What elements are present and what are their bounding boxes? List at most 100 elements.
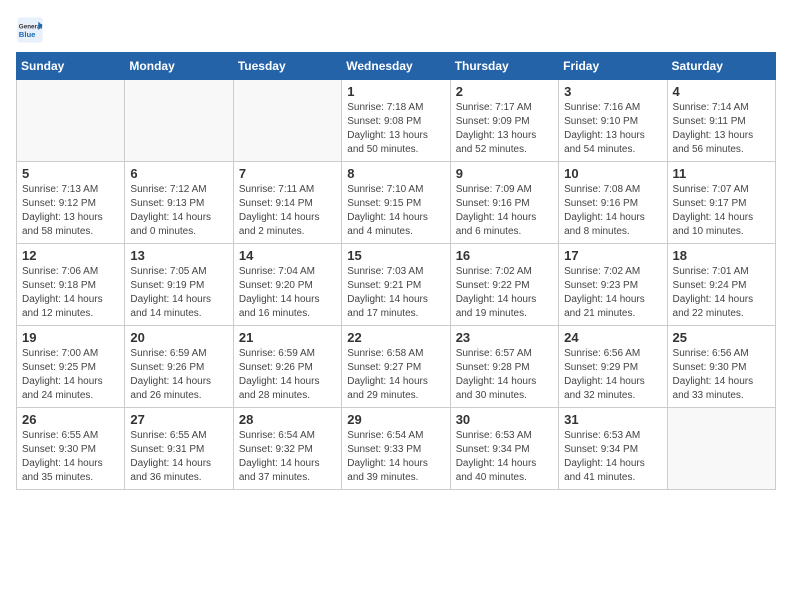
day-info: Sunrise: 7:10 AMSunset: 9:15 PMDaylight:… xyxy=(347,183,444,239)
day-number: 3 xyxy=(564,84,661,99)
day-number: 30 xyxy=(456,412,553,427)
calendar-cell: 25 Sunrise: 6:56 AMSunset: 9:30 PMDayligh… xyxy=(667,326,775,408)
calendar-cell: 5 Sunrise: 7:13 AMSunset: 9:12 PMDaylight… xyxy=(17,162,125,244)
day-number: 7 xyxy=(239,166,336,181)
calendar-cell: 15Sunrise: 7:03 AMSunset: 9:21 PMDayligh… xyxy=(342,244,450,326)
calendar-cell: 26 Sunrise: 6:55 AMSunset: 9:30 PMDayligh… xyxy=(17,408,125,490)
day-number: 26 xyxy=(22,412,119,427)
calendar-cell: 3 Sunrise: 7:16 AMSunset: 9:10 PMDaylight… xyxy=(559,80,667,162)
calendar-cell: 30 Sunrise: 6:53 AMSunset: 9:34 PMDayligh… xyxy=(450,408,558,490)
calendar-header-row: SundayMondayTuesdayWednesdayThursdayFrid… xyxy=(17,53,776,80)
day-number: 20 xyxy=(130,330,227,345)
day-info: Sunrise: 6:55 AMSunset: 9:30 PMDaylight:… xyxy=(22,429,119,485)
calendar-cell: 11 Sunrise: 7:07 AMSunset: 9:17 PMDayligh… xyxy=(667,162,775,244)
day-info: Sunrise: 7:18 AMSunset: 9:08 PMDaylight:… xyxy=(347,101,444,157)
day-number: 24 xyxy=(564,330,661,345)
day-info: Sunrise: 7:00 AMSunset: 9:25 PMDaylight:… xyxy=(22,347,119,403)
day-number: 6 xyxy=(130,166,227,181)
day-info: Sunrise: 7:08 AMSunset: 9:16 PMDaylight:… xyxy=(564,183,661,239)
day-number: 2 xyxy=(456,84,553,99)
calendar-cell: 13Sunrise: 7:05 AMSunset: 9:19 PMDayligh… xyxy=(125,244,233,326)
day-info: Sunrise: 6:56 AMSunset: 9:30 PMDaylight:… xyxy=(673,347,770,403)
day-number: 22 xyxy=(347,330,444,345)
calendar-cell: 14 Sunrise: 7:04 AMSunset: 9:20 PMDayligh… xyxy=(233,244,341,326)
day-number: 27 xyxy=(130,412,227,427)
day-info: Sunrise: 6:59 AMSunset: 9:26 PMDaylight:… xyxy=(130,347,227,403)
calendar-cell xyxy=(17,80,125,162)
calendar-cell: 2 Sunrise: 7:17 AMSunset: 9:09 PMDaylight… xyxy=(450,80,558,162)
logo-icon: General Blue xyxy=(16,16,44,44)
calendar-cell: 21 Sunrise: 6:59 AMSunset: 9:26 PMDayligh… xyxy=(233,326,341,408)
day-info: Sunrise: 7:17 AMSunset: 9:09 PMDaylight:… xyxy=(456,101,553,157)
day-info: Sunrise: 7:14 AMSunset: 9:11 PMDaylight:… xyxy=(673,101,770,157)
calendar-cell: 12 Sunrise: 7:06 AMSunset: 9:18 PMDayligh… xyxy=(17,244,125,326)
calendar-cell xyxy=(233,80,341,162)
day-number: 19 xyxy=(22,330,119,345)
calendar-cell: 8 Sunrise: 7:10 AMSunset: 9:15 PMDaylight… xyxy=(342,162,450,244)
day-info: Sunrise: 6:53 AMSunset: 9:34 PMDaylight:… xyxy=(564,429,661,485)
day-number: 23 xyxy=(456,330,553,345)
day-info: Sunrise: 7:02 AMSunset: 9:22 PMDaylight:… xyxy=(456,265,553,321)
calendar-cell: 7 Sunrise: 7:11 AMSunset: 9:14 PMDaylight… xyxy=(233,162,341,244)
day-info: Sunrise: 6:57 AMSunset: 9:28 PMDaylight:… xyxy=(456,347,553,403)
calendar-cell: 16 Sunrise: 7:02 AMSunset: 9:22 PMDayligh… xyxy=(450,244,558,326)
day-number: 28 xyxy=(239,412,336,427)
day-number: 14 xyxy=(239,248,336,263)
calendar-cell: 28 Sunrise: 6:54 AMSunset: 9:32 PMDayligh… xyxy=(233,408,341,490)
day-info: Sunrise: 7:16 AMSunset: 9:10 PMDaylight:… xyxy=(564,101,661,157)
day-header-monday: Monday xyxy=(125,53,233,80)
day-number: 4 xyxy=(673,84,770,99)
day-number: 29 xyxy=(347,412,444,427)
day-number: 25 xyxy=(673,330,770,345)
day-info: Sunrise: 6:55 AMSunset: 9:31 PMDaylight:… xyxy=(130,429,227,485)
day-info: Sunrise: 7:06 AMSunset: 9:18 PMDaylight:… xyxy=(22,265,119,321)
day-info: Sunrise: 6:53 AMSunset: 9:34 PMDaylight:… xyxy=(456,429,553,485)
calendar-cell: 22Sunrise: 6:58 AMSunset: 9:27 PMDayligh… xyxy=(342,326,450,408)
logo: General Blue xyxy=(16,16,48,44)
day-number: 5 xyxy=(22,166,119,181)
calendar-cell: 29Sunrise: 6:54 AMSunset: 9:33 PMDayligh… xyxy=(342,408,450,490)
page-header: General Blue xyxy=(16,16,776,44)
day-number: 12 xyxy=(22,248,119,263)
calendar-cell: 1 Sunrise: 7:18 AMSunset: 9:08 PMDaylight… xyxy=(342,80,450,162)
calendar-cell: 24 Sunrise: 6:56 AMSunset: 9:29 PMDayligh… xyxy=(559,326,667,408)
day-info: Sunrise: 6:54 AMSunset: 9:32 PMDaylight:… xyxy=(239,429,336,485)
day-info: Sunrise: 7:07 AMSunset: 9:17 PMDaylight:… xyxy=(673,183,770,239)
calendar-week-3: 12 Sunrise: 7:06 AMSunset: 9:18 PMDayligh… xyxy=(17,244,776,326)
calendar-cell: 6 Sunrise: 7:12 AMSunset: 9:13 PMDaylight… xyxy=(125,162,233,244)
day-number: 31 xyxy=(564,412,661,427)
day-header-saturday: Saturday xyxy=(667,53,775,80)
calendar-cell xyxy=(125,80,233,162)
calendar-cell: 4 Sunrise: 7:14 AMSunset: 9:11 PMDaylight… xyxy=(667,80,775,162)
day-number: 10 xyxy=(564,166,661,181)
day-info: Sunrise: 7:02 AMSunset: 9:23 PMDaylight:… xyxy=(564,265,661,321)
day-info: Sunrise: 7:12 AMSunset: 9:13 PMDaylight:… xyxy=(130,183,227,239)
calendar-week-2: 5 Sunrise: 7:13 AMSunset: 9:12 PMDaylight… xyxy=(17,162,776,244)
day-number: 8 xyxy=(347,166,444,181)
calendar-cell: 20 Sunrise: 6:59 AMSunset: 9:26 PMDayligh… xyxy=(125,326,233,408)
day-number: 17 xyxy=(564,248,661,263)
day-info: Sunrise: 6:59 AMSunset: 9:26 PMDaylight:… xyxy=(239,347,336,403)
day-info: Sunrise: 7:11 AMSunset: 9:14 PMDaylight:… xyxy=(239,183,336,239)
calendar-week-4: 19 Sunrise: 7:00 AMSunset: 9:25 PMDayligh… xyxy=(17,326,776,408)
calendar-cell: 19 Sunrise: 7:00 AMSunset: 9:25 PMDayligh… xyxy=(17,326,125,408)
day-info: Sunrise: 7:13 AMSunset: 9:12 PMDaylight:… xyxy=(22,183,119,239)
calendar-cell: 10 Sunrise: 7:08 AMSunset: 9:16 PMDayligh… xyxy=(559,162,667,244)
day-number: 18 xyxy=(673,248,770,263)
day-number: 11 xyxy=(673,166,770,181)
day-info: Sunrise: 6:56 AMSunset: 9:29 PMDaylight:… xyxy=(564,347,661,403)
day-info: Sunrise: 7:09 AMSunset: 9:16 PMDaylight:… xyxy=(456,183,553,239)
calendar-cell: 18 Sunrise: 7:01 AMSunset: 9:24 PMDayligh… xyxy=(667,244,775,326)
calendar-cell: 23 Sunrise: 6:57 AMSunset: 9:28 PMDayligh… xyxy=(450,326,558,408)
day-header-wednesday: Wednesday xyxy=(342,53,450,80)
calendar-cell: 9Sunrise: 7:09 AMSunset: 9:16 PMDaylight… xyxy=(450,162,558,244)
day-info: Sunrise: 7:04 AMSunset: 9:20 PMDaylight:… xyxy=(239,265,336,321)
day-info: Sunrise: 7:01 AMSunset: 9:24 PMDaylight:… xyxy=(673,265,770,321)
day-number: 16 xyxy=(456,248,553,263)
calendar-week-1: 1 Sunrise: 7:18 AMSunset: 9:08 PMDaylight… xyxy=(17,80,776,162)
svg-text:Blue: Blue xyxy=(19,30,36,39)
day-header-thursday: Thursday xyxy=(450,53,558,80)
day-number: 1 xyxy=(347,84,444,99)
day-number: 15 xyxy=(347,248,444,263)
day-number: 21 xyxy=(239,330,336,345)
